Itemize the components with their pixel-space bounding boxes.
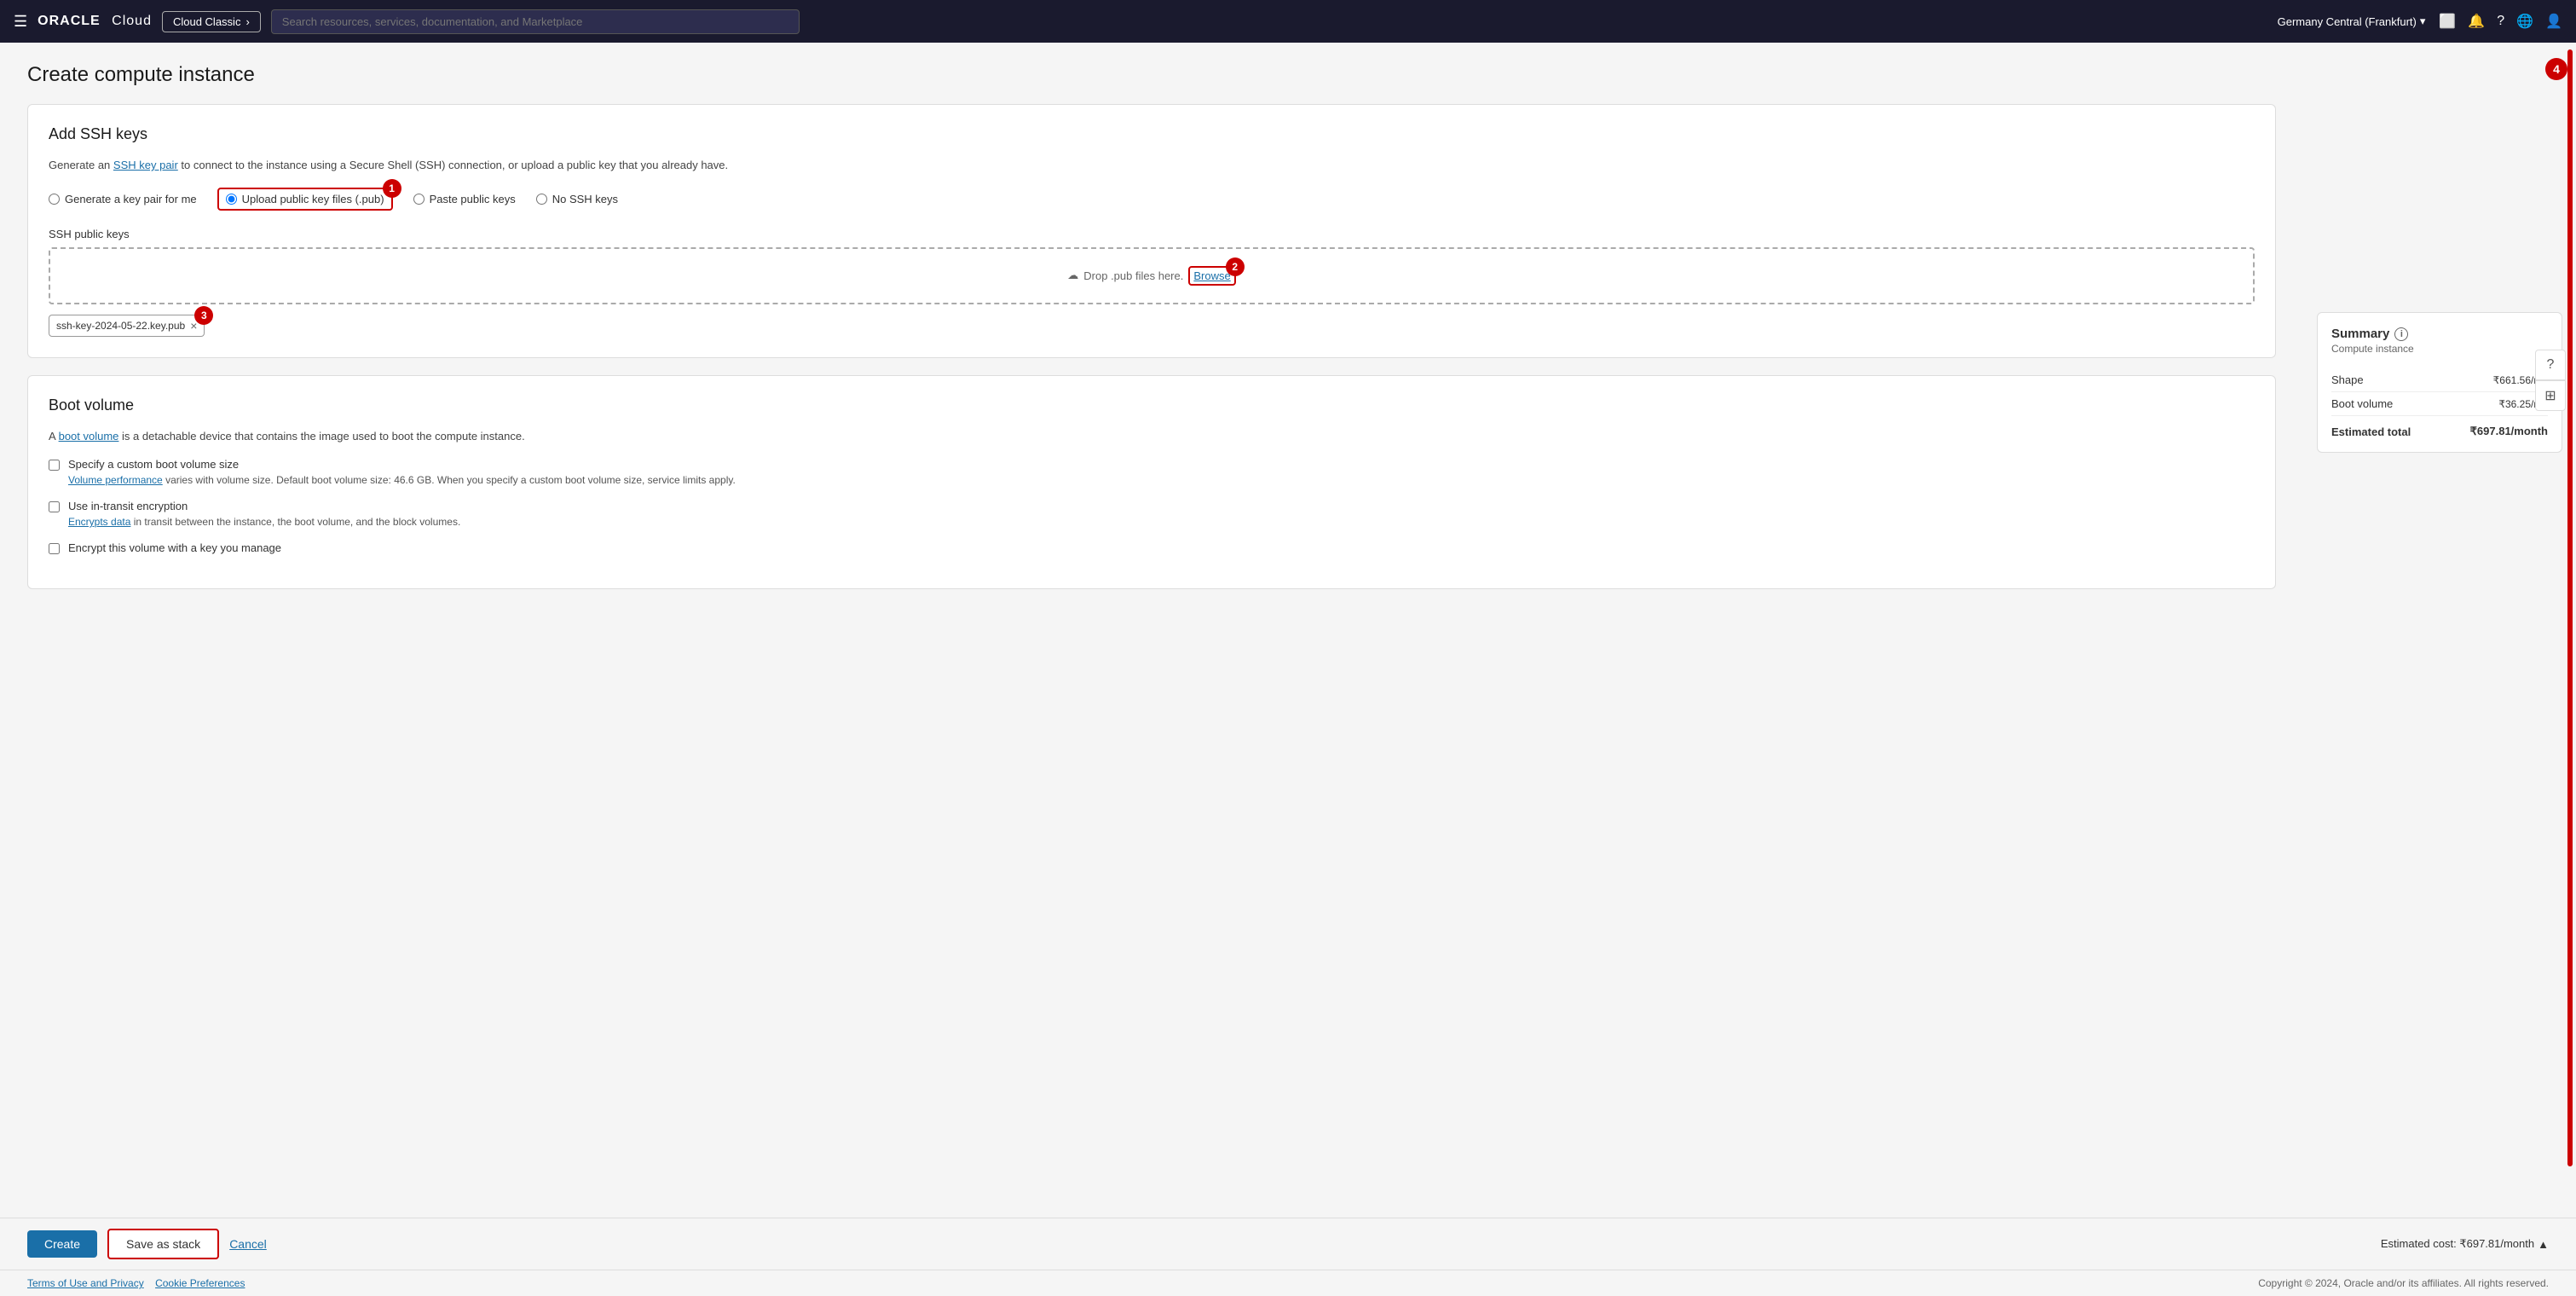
page-footer: Terms of Use and Privacy Cookie Preferen…: [0, 1270, 2576, 1296]
total-label: Estimated total: [2331, 425, 2411, 438]
boot-card-title: Boot volume: [49, 396, 2255, 414]
step-badge-1: 1: [383, 179, 401, 198]
radio-no-ssh[interactable]: No SSH keys: [536, 193, 618, 205]
summary-shape-row: Shape ₹661.56/mo: [2331, 368, 2548, 392]
radio-generate-key[interactable]: Generate a key pair for me: [49, 193, 197, 205]
ssh-drop-zone[interactable]: ☁ Drop .pub files here. Browse 2: [49, 247, 2255, 304]
step-badge-3: 3: [194, 306, 213, 325]
bottom-actions: Create Save as stack Cancel: [27, 1229, 267, 1259]
content-area: Create compute instance Add SSH keys Gen…: [0, 43, 2303, 1218]
summary-total-row: Estimated total ₹697.81/month: [2331, 416, 2548, 438]
encrypts-data-link[interactable]: Encrypts data: [68, 516, 130, 528]
scroll-indicator: [2567, 49, 2573, 1166]
uploaded-file-tag: ssh-key-2024-05-22.key.pub ×: [49, 315, 205, 337]
ssh-keys-card: Add SSH keys Generate an SSH key pair to…: [27, 104, 2276, 358]
footer-right: Copyright © 2024, Oracle and/or its affi…: [2258, 1277, 2549, 1289]
encrypt-label: Encrypt this volume with a key you manag…: [68, 541, 281, 554]
step-badge-4: 4: [2545, 58, 2567, 80]
helper-icons: ? ⊞: [2535, 350, 2566, 411]
cost-label: Estimated cost: ₹697.81/month: [2381, 1237, 2534, 1251]
summary-card: Summary i Compute instance Shape ₹661.56…: [2317, 312, 2562, 453]
encrypt-volume-checkbox[interactable]: [49, 543, 60, 554]
summary-header: Summary i: [2331, 327, 2548, 341]
region-selector[interactable]: Germany Central (Frankfurt) ▾: [2278, 14, 2426, 28]
in-transit-label: Use in-transit encryption: [68, 500, 460, 512]
shape-label: Shape: [2331, 373, 2364, 386]
hamburger-menu-icon[interactable]: ☰: [14, 13, 27, 31]
upload-cloud-icon: ☁: [1067, 269, 1078, 282]
boot-volume-card: Boot volume A boot volume is a detachabl…: [27, 375, 2276, 590]
summary-boot-row: Boot volume ₹36.25/mo: [2331, 392, 2548, 416]
help-circle-icon[interactable]: ?: [2535, 350, 2566, 380]
boot-volume-label: Boot volume: [2331, 397, 2393, 410]
ssh-key-pair-link[interactable]: SSH key pair: [113, 159, 178, 171]
custom-boot-volume-option: Specify a custom boot volume size Volume…: [49, 458, 2255, 486]
boot-volume-link[interactable]: boot volume: [59, 430, 119, 443]
total-value: ₹697.81/month: [2470, 425, 2548, 438]
nav-icons: ⬜ 🔔 ? 🌐 👤: [2439, 13, 2562, 30]
create-button[interactable]: Create: [27, 1230, 97, 1258]
file-name-label: ssh-key-2024-05-22.key.pub: [56, 320, 185, 332]
oracle-logo: ORACLE Cloud: [38, 14, 152, 29]
cost-arrow-icon: ▲: [2538, 1238, 2549, 1251]
save-as-stack-button[interactable]: Save as stack: [107, 1229, 219, 1259]
in-transit-desc: Encrypts data in transit between the ins…: [68, 516, 460, 528]
summary-subtitle: Compute instance: [2331, 343, 2548, 355]
estimated-cost-display[interactable]: Estimated cost: ₹697.81/month ▲: [2381, 1237, 2549, 1251]
step-badge-2: 2: [1226, 257, 1245, 276]
grid-icon[interactable]: ⊞: [2535, 380, 2566, 411]
encrypt-volume-option: Encrypt this volume with a key you manag…: [49, 541, 2255, 554]
footer-left: Terms of Use and Privacy Cookie Preferen…: [27, 1277, 245, 1289]
ssh-description: Generate an SSH key pair to connect to t…: [49, 157, 2255, 174]
volume-performance-link[interactable]: Volume performance: [68, 474, 163, 486]
help-icon[interactable]: ?: [2497, 14, 2504, 29]
in-transit-encryption-checkbox[interactable]: [49, 501, 60, 512]
user-icon[interactable]: 👤: [2545, 13, 2562, 30]
search-input[interactable]: [271, 9, 800, 34]
page-title: Create compute instance: [27, 63, 2276, 87]
radio-paste-keys[interactable]: Paste public keys: [413, 193, 516, 205]
custom-boot-label: Specify a custom boot volume size: [68, 458, 736, 471]
cancel-button[interactable]: Cancel: [229, 1237, 267, 1251]
right-sidebar: ? ⊞ Summary i Compute instance Shape ₹66…: [2303, 43, 2576, 1218]
radio-upload-key[interactable]: Upload public key files (.pub) 1: [217, 188, 393, 211]
custom-boot-desc: Volume performance varies with volume si…: [68, 474, 736, 486]
summary-title: Summary: [2331, 327, 2389, 341]
ssh-card-title: Add SSH keys: [49, 125, 2255, 143]
boot-description: A boot volume is a detachable device tha…: [49, 428, 2255, 445]
cookie-prefs-link[interactable]: Cookie Preferences: [155, 1277, 245, 1289]
browse-highlight: Browse 2: [1188, 266, 1235, 286]
browse-link[interactable]: Browse: [1193, 269, 1230, 282]
file-tag-wrapper: ssh-key-2024-05-22.key.pub × 3: [49, 315, 205, 337]
terms-link[interactable]: Terms of Use and Privacy: [27, 1277, 144, 1289]
top-nav-right: Germany Central (Frankfurt) ▾ ⬜ 🔔 ? 🌐 👤: [2278, 13, 2562, 30]
bell-icon[interactable]: 🔔: [2468, 13, 2485, 30]
ssh-radio-group: Generate a key pair for me Upload public…: [49, 188, 2255, 211]
cloud-classic-button[interactable]: Cloud Classic ›: [162, 11, 261, 32]
top-navigation: ☰ ORACLE Cloud Cloud Classic › Germany C…: [0, 0, 2576, 43]
globe-icon[interactable]: 🌐: [2516, 13, 2533, 30]
ssh-keys-label: SSH public keys: [49, 228, 2255, 240]
terminal-icon[interactable]: ⬜: [2439, 13, 2456, 30]
custom-boot-volume-checkbox[interactable]: [49, 460, 60, 471]
summary-info-icon[interactable]: i: [2394, 327, 2408, 341]
in-transit-encryption-option: Use in-transit encryption Encrypts data …: [49, 500, 2255, 528]
bottom-bar: Create Save as stack Cancel Estimated co…: [0, 1218, 2576, 1270]
